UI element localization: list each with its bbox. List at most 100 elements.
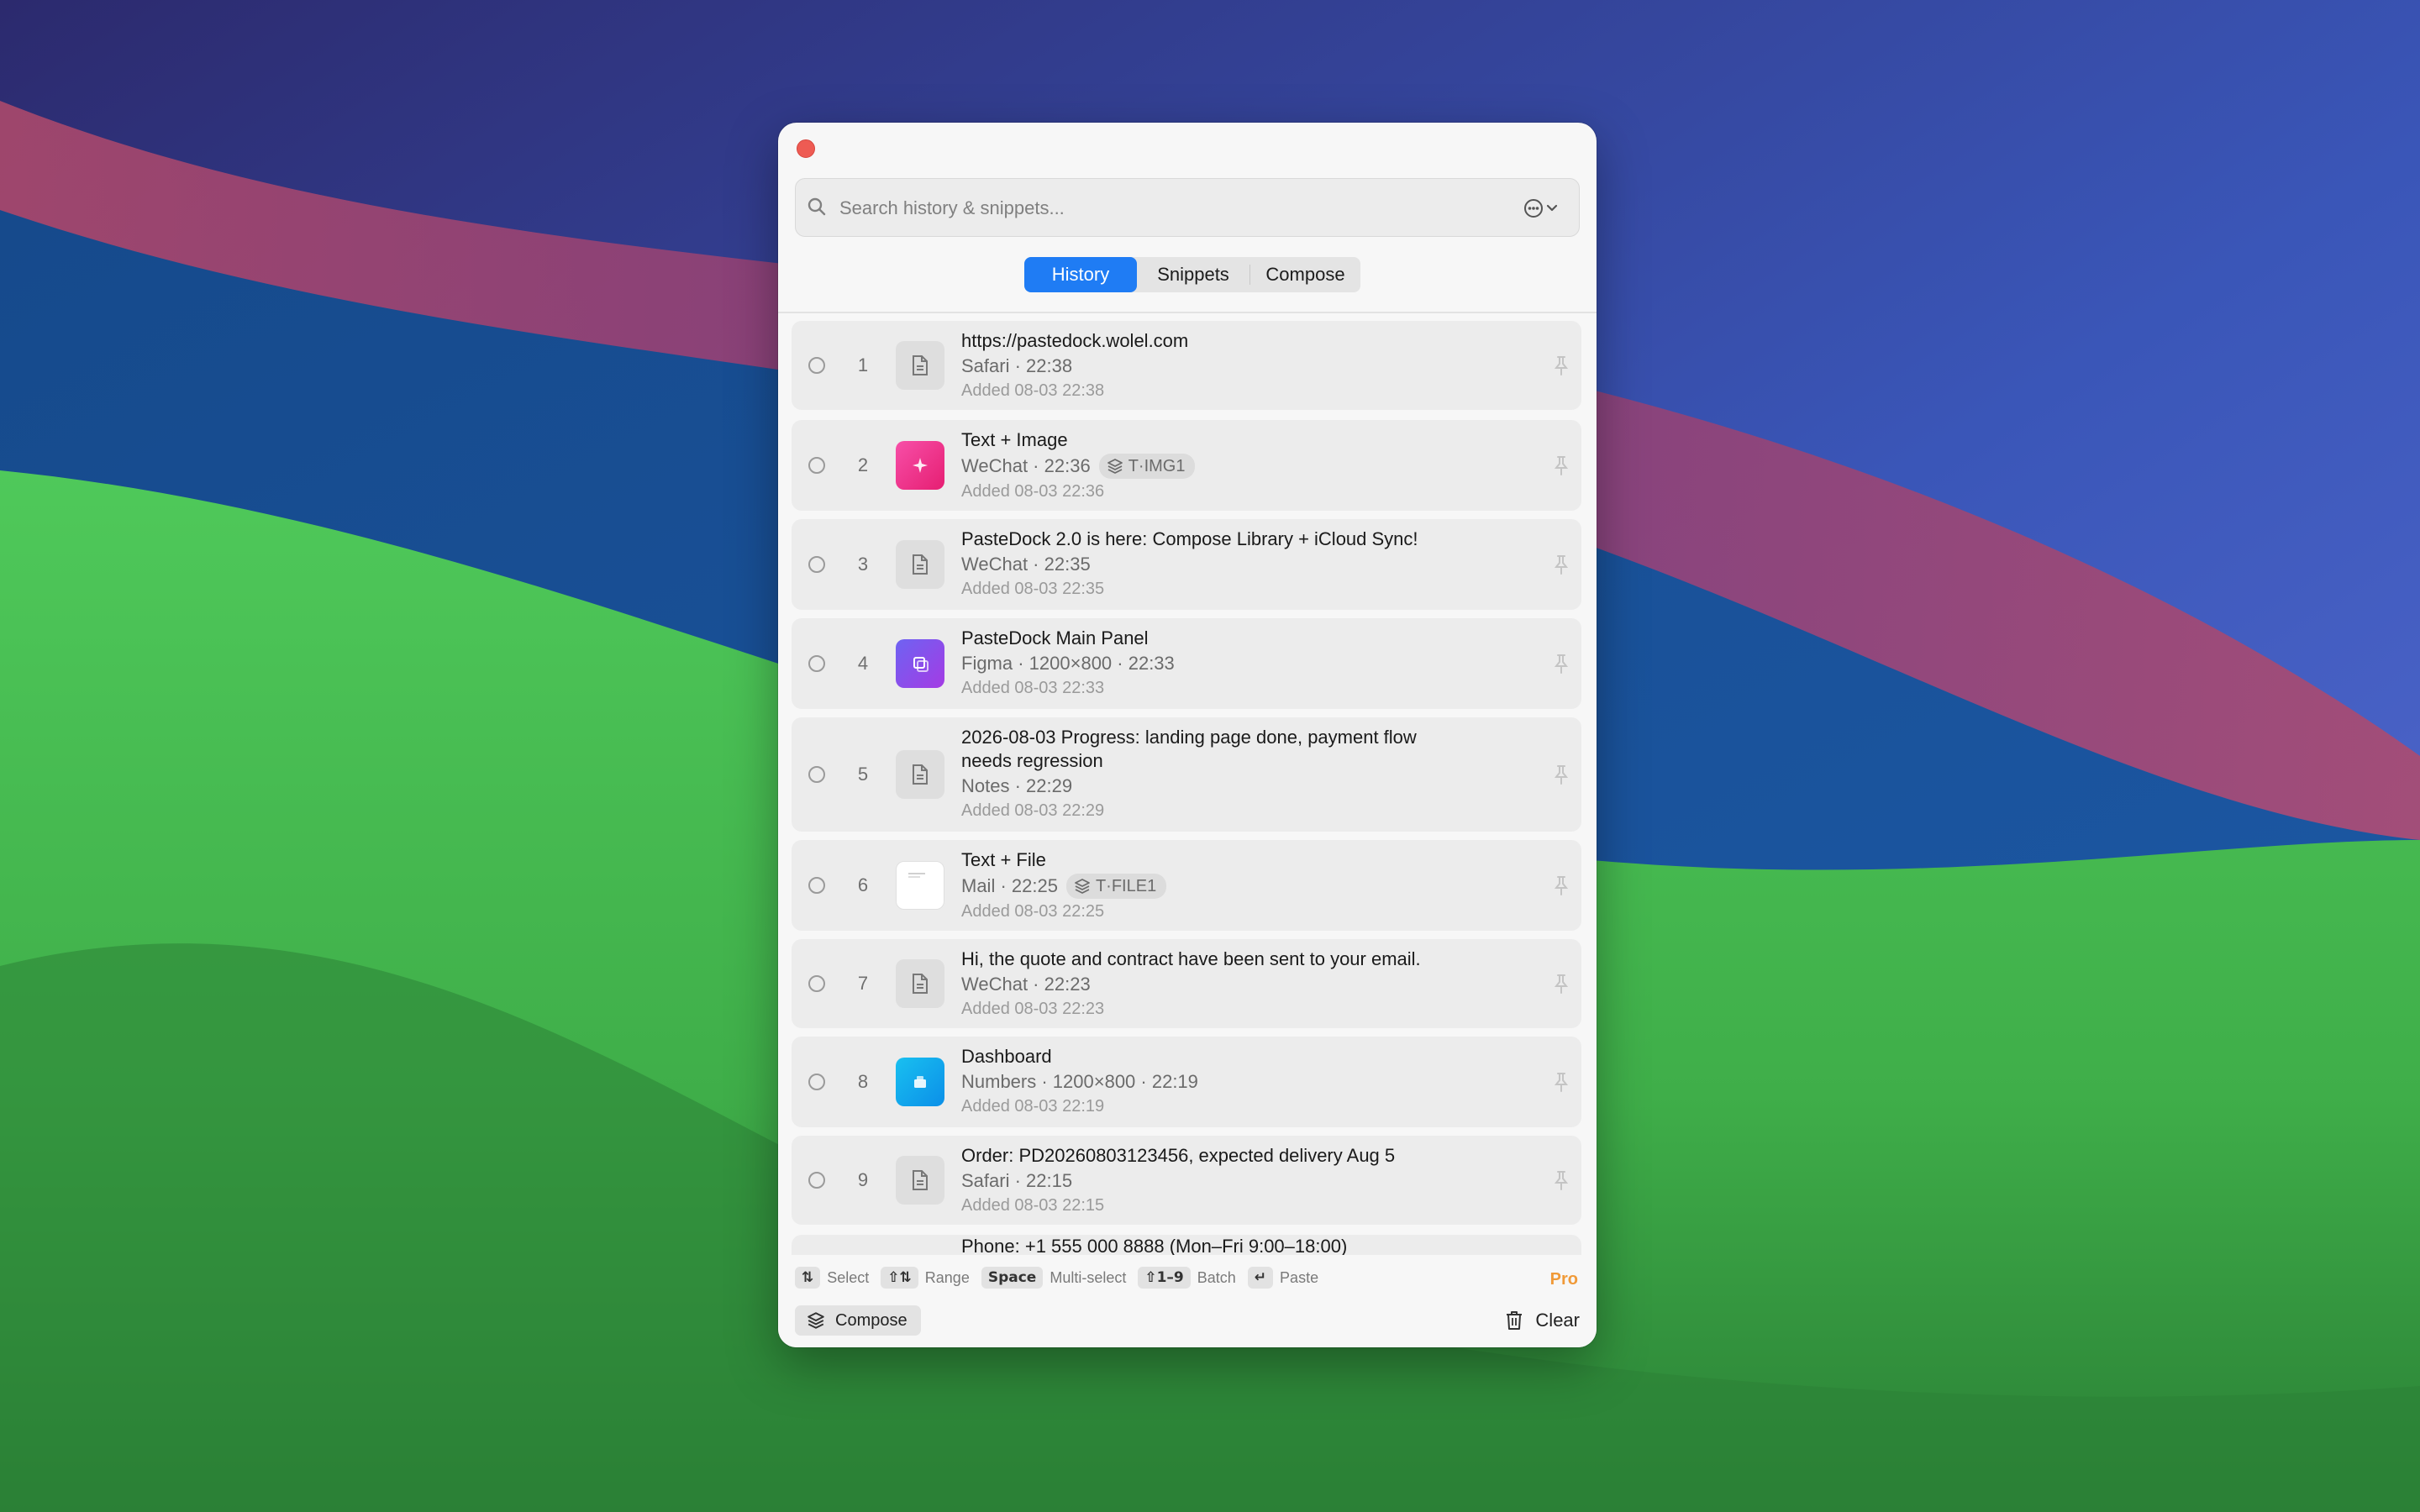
select-radio[interactable]	[808, 655, 825, 672]
item-text: PasteDock 2.0 is here: Compose Library +…	[961, 528, 1499, 600]
badge-label: T·IMG1	[1128, 457, 1186, 475]
item-meta: Numbers · 1200×800 · 22:19	[961, 1070, 1499, 1094]
image-thumbnail	[896, 639, 944, 688]
shortcut-label: Paste	[1280, 1268, 1319, 1286]
list-item[interactable]: 5 2026-08-03 Progress: landing page done…	[792, 717, 1581, 832]
pin-icon[interactable]	[1553, 355, 1570, 375]
item-title: Dashboard	[961, 1046, 1052, 1067]
select-radio[interactable]	[808, 1172, 825, 1189]
filter-menu-icon[interactable]	[1523, 196, 1564, 221]
select-radio[interactable]	[808, 357, 825, 374]
search-input[interactable]	[838, 187, 1480, 229]
pin-icon[interactable]	[1553, 654, 1570, 674]
item-source: WeChat · 22:36	[961, 455, 1091, 476]
shortcut-key: ⇧⇅	[881, 1267, 918, 1289]
list-item[interactable]: 6 Text + File Mail · 22:25 T·FILE1 Added…	[792, 840, 1581, 931]
list-item[interactable]: 3 PasteDock 2.0 is here: Compose Library…	[792, 519, 1581, 610]
item-text: Hi, the quote and contract have been sen…	[961, 948, 1499, 1020]
item-meta: Mail · 22:25 T·FILE1	[961, 874, 1499, 899]
attachment-badge: T·IMG1	[1098, 454, 1196, 479]
item-added: Added 08-03 22:23	[961, 1000, 1105, 1018]
pin-icon[interactable]	[1553, 974, 1570, 994]
item-added: Added 08-03 22:38	[961, 381, 1105, 400]
item-source: Mail · 22:25	[961, 875, 1058, 896]
item-added: Added 08-03 22:33	[961, 679, 1105, 697]
pin-icon[interactable]	[1553, 764, 1570, 785]
shortcut-hints: ⇅ Select ⇧⇅ Range Space Multi-select ⇧1–…	[795, 1267, 1330, 1289]
pin-icon[interactable]	[1553, 554, 1570, 575]
item-title: PasteDock Main Panel	[961, 627, 1149, 648]
select-radio[interactable]	[808, 766, 825, 783]
badge-label: T·FILE1	[1095, 877, 1157, 895]
item-text: https://pastedock.wolel.com Safari · 22:…	[961, 329, 1499, 402]
item-title: Text + File	[961, 849, 1046, 870]
pin-icon[interactable]	[1553, 1170, 1570, 1190]
item-title: Hi, the quote and contract have been sen…	[961, 948, 1421, 969]
tab-compose[interactable]: Compose	[1250, 257, 1360, 292]
history-list: 1 https://pastedock.wolel.com Safari · 2…	[792, 321, 1583, 1347]
list-item[interactable]: 4 PasteDock Main Panel Figma · 1200×800 …	[792, 618, 1581, 709]
item-title: Order: PD20260803123456, expected delive…	[961, 1145, 1396, 1166]
pin-icon[interactable]	[1553, 1072, 1570, 1092]
pro-badge[interactable]: Pro	[1550, 1270, 1578, 1289]
select-radio[interactable]	[808, 975, 825, 992]
shortcut-key: Space	[981, 1267, 1044, 1289]
clear-button[interactable]: Clear	[1505, 1305, 1580, 1336]
item-text: Order: PD20260803123456, expected delive…	[961, 1144, 1499, 1216]
pin-icon[interactable]	[1553, 455, 1570, 475]
search-icon	[808, 197, 826, 216]
shortcut-label: Multi-select	[1050, 1268, 1127, 1286]
item-source: WeChat · 22:35	[961, 554, 1091, 575]
item-meta: Figma · 1200×800 · 22:33	[961, 652, 1499, 675]
trash-icon	[1507, 1311, 1523, 1330]
select-radio[interactable]	[808, 556, 825, 573]
item-index: 6	[857, 874, 869, 895]
item-index: 9	[857, 1169, 869, 1190]
item-meta: WeChat · 22:23	[961, 973, 1499, 996]
item-index: 5	[857, 764, 869, 785]
view-tabs: History Snippets Compose	[1024, 257, 1360, 292]
clipboard-panel: History Snippets Compose 1 https://paste…	[778, 123, 1597, 1347]
layers-icon	[1107, 459, 1123, 474]
image-thumbnail	[896, 441, 944, 490]
shortcut-key: ↵	[1247, 1267, 1274, 1289]
item-index: 8	[857, 1071, 869, 1092]
select-radio[interactable]	[808, 457, 825, 474]
item-text: Text + Image WeChat · 22:36 T·IMG1 Added…	[961, 428, 1499, 502]
item-index: 7	[857, 973, 869, 994]
select-radio[interactable]	[808, 877, 825, 894]
item-meta: WeChat · 22:35	[961, 553, 1499, 576]
list-item[interactable]: 2 Text + Image WeChat · 22:36 T·IMG1 Add…	[792, 420, 1581, 511]
list-item[interactable]: 8 Dashboard Numbers · 1200×800 · 22:19 A…	[792, 1037, 1581, 1127]
doc-icon	[896, 1156, 944, 1205]
doc-icon	[896, 959, 944, 1008]
shortcut-label: Range	[924, 1268, 970, 1286]
close-button[interactable]	[797, 139, 815, 158]
compose-button[interactable]: Compose	[795, 1305, 921, 1336]
tab-snippets[interactable]: Snippets	[1137, 257, 1249, 292]
item-text: 2026-08-03 Progress: landing page done, …	[961, 726, 1465, 822]
item-source: Figma · 1200×800 · 22:33	[961, 653, 1175, 674]
header-divider	[778, 312, 1597, 313]
item-meta: Notes · 22:29	[961, 774, 1465, 798]
item-meta: Safari · 22:38	[961, 354, 1499, 378]
shortcut-label: Batch	[1197, 1268, 1236, 1286]
item-source: WeChat · 22:23	[961, 974, 1091, 995]
search-bar	[795, 178, 1580, 237]
list-item[interactable]: 7 Hi, the quote and contract have been s…	[792, 939, 1581, 1028]
attachment-badge: T·FILE1	[1065, 874, 1167, 899]
item-source: Notes · 22:29	[961, 775, 1073, 796]
footer-bar: ⇅ Select ⇧⇅ Range Space Multi-select ⇧1–…	[778, 1255, 1597, 1347]
tab-history[interactable]: History	[1024, 257, 1137, 292]
list-item[interactable]: 1 https://pastedock.wolel.com Safari · 2…	[792, 321, 1581, 410]
layers-icon	[1075, 879, 1090, 894]
item-title: 2026-08-03 Progress: landing page done, …	[961, 727, 1417, 771]
item-added: Added 08-03 22:19	[961, 1097, 1105, 1116]
clear-button-label: Clear	[1535, 1310, 1580, 1331]
item-index: 4	[857, 653, 869, 674]
list-item[interactable]: 9 Order: PD20260803123456, expected deli…	[792, 1136, 1581, 1225]
pin-icon[interactable]	[1553, 875, 1570, 895]
item-added: Added 08-03 22:35	[961, 580, 1105, 598]
select-radio[interactable]	[808, 1074, 825, 1090]
item-index: 2	[857, 454, 869, 475]
